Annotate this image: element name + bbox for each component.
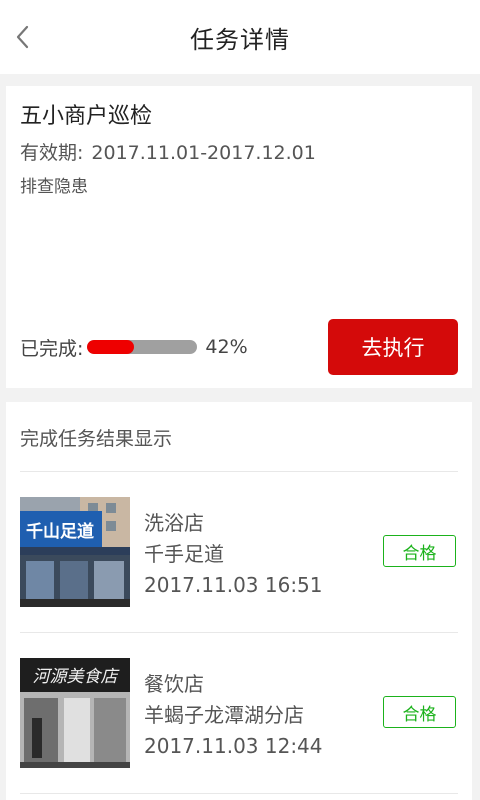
validity-range: 2017.11.01-2017.12.01 xyxy=(91,142,316,164)
status-badge: 合格 xyxy=(383,535,456,567)
result-name: 千手足道 xyxy=(144,542,224,566)
result-datetime: 2017.11.03 12:44 xyxy=(144,734,323,758)
status-badge: 合格 xyxy=(383,696,456,728)
progress-row: 已完成: 42% xyxy=(20,334,248,360)
result-datetime: 2017.11.03 16:51 xyxy=(144,573,323,597)
result-item-1[interactable]: 千山足道 洗浴店 千手足道 2017.11.03 16:51 合格 xyxy=(6,472,472,632)
execute-button[interactable]: 去执行 xyxy=(328,319,458,375)
progress-percent: 42% xyxy=(205,336,248,358)
store-sign-text: 千山足道 xyxy=(26,521,94,542)
result-category: 洗浴店 xyxy=(144,511,204,535)
results-card: 完成任务结果显示 千山足道 洗浴店 千手足道 2017.11.03 16:51 … xyxy=(6,402,472,800)
progress-label: 已完成: xyxy=(20,337,84,360)
progress-bar-fill xyxy=(87,340,134,354)
nav-bar: 任务详情 xyxy=(0,0,480,74)
result-name: 羊蝎子龙潭湖分店 xyxy=(144,703,304,727)
store-photo[interactable]: 河源美食店 xyxy=(20,658,130,768)
store-photo[interactable]: 千山足道 xyxy=(20,497,130,607)
result-info: 洗浴店 千手足道 2017.11.03 16:51 xyxy=(144,508,323,601)
store-sign-text: 河源美食店 xyxy=(33,667,121,687)
page-title: 任务详情 xyxy=(190,26,290,54)
result-item-2[interactable]: 河源美食店 餐饮店 羊蝎子龙潭湖分店 2017.11.03 12:44 合格 xyxy=(6,633,472,793)
task-card: 五小商户巡检 有效期: 2017.11.01-2017.12.01 排查隐患 已完… xyxy=(6,86,472,388)
task-validity: 有效期: 2017.11.01-2017.12.01 xyxy=(20,138,316,165)
result-category: 餐饮店 xyxy=(144,672,204,696)
task-description: 排查隐患 xyxy=(20,177,88,197)
validity-label: 有效期: xyxy=(20,142,84,164)
task-title: 五小商户巡检 xyxy=(20,104,153,129)
storefront-photo-icon: 河源美食店 xyxy=(20,658,130,768)
divider xyxy=(20,793,458,794)
storefront-photo-icon: 千山足道 xyxy=(20,497,130,607)
progress-bar xyxy=(87,340,198,354)
results-title: 完成任务结果显示 xyxy=(20,428,173,450)
result-info: 餐饮店 羊蝎子龙潭湖分店 2017.11.03 12:44 xyxy=(144,669,323,762)
